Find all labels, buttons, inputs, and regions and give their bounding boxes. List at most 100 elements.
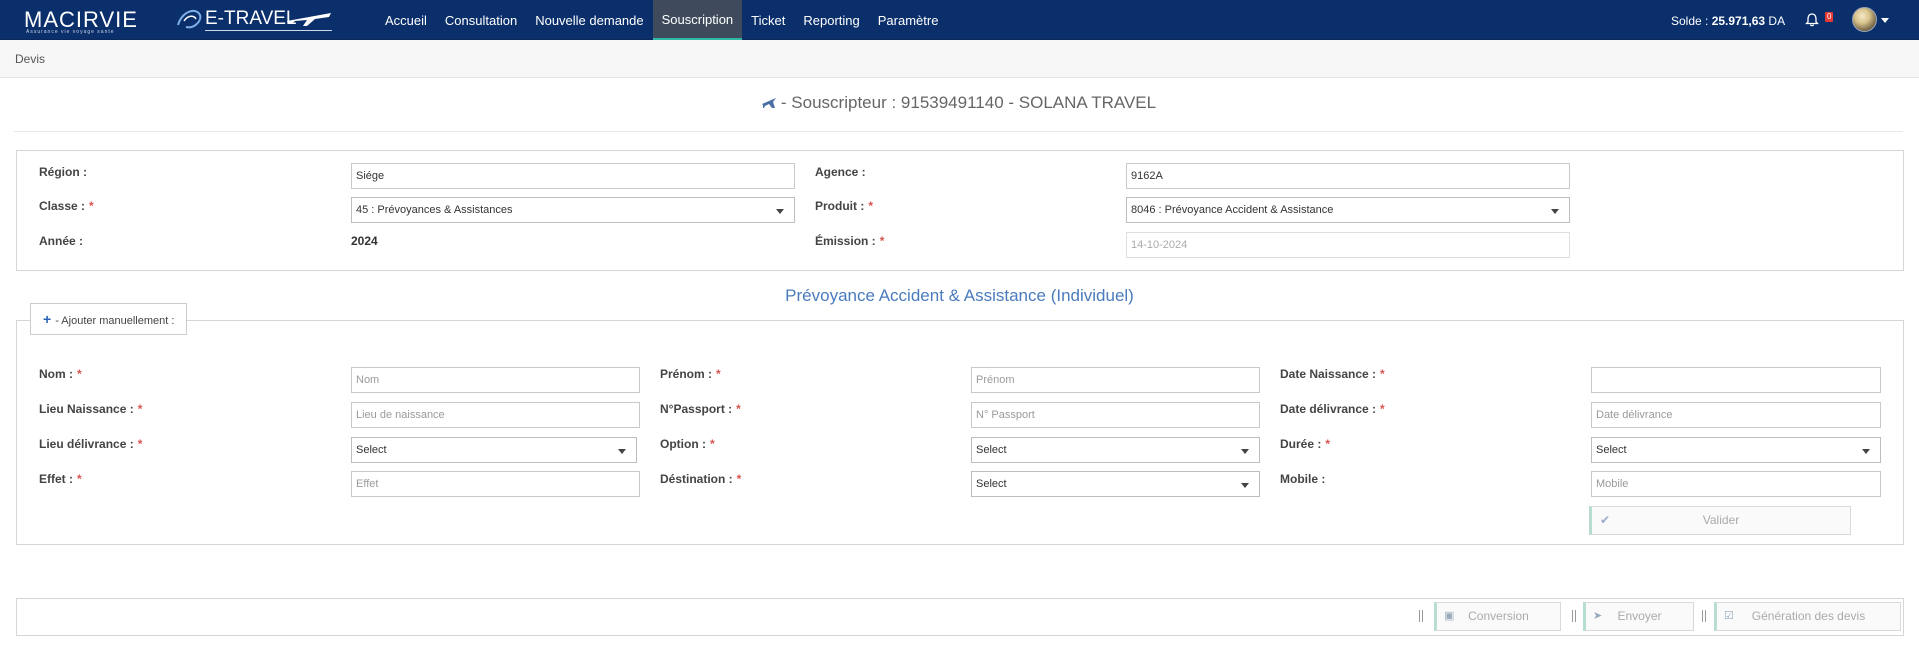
valider-label: Valider [1702, 513, 1740, 527]
prenom-label: Prénom : * [660, 367, 721, 381]
destination-label: Déstination : * [660, 472, 741, 486]
agence-field[interactable]: 9162A [1126, 163, 1570, 189]
checkbox-icon: ☑ [1724, 610, 1734, 622]
effet-input[interactable]: Effet [351, 471, 640, 497]
destination-select[interactable]: Select [971, 471, 1260, 497]
nav-nouvelle-demande[interactable]: Nouvelle demande [526, 0, 652, 40]
duree-select[interactable]: Select [1591, 437, 1881, 463]
mobile-label: Mobile : [1280, 472, 1326, 486]
region-label: Région : [39, 165, 87, 179]
agence-label: Agence : [815, 165, 866, 179]
annee-value: 2024 [351, 234, 378, 248]
duree-label-text: Durée : [1280, 437, 1322, 451]
page-title: - Souscripteur : 91539491140 - SOLANA TR… [14, 93, 1903, 113]
nom-input[interactable]: Nom [351, 367, 640, 393]
produit-select-value: 8046 : Prévoyance Accident & Assistance [1131, 204, 1334, 216]
produit-select[interactable]: 8046 : Prévoyance Accident & Assistance [1126, 197, 1570, 223]
required-marker: * [868, 199, 873, 213]
chevron-down-icon [1551, 209, 1559, 214]
brand-tagline: Assurance vie voyage sante [26, 29, 115, 35]
user-menu-caret-icon[interactable] [1881, 18, 1889, 23]
conversion-button[interactable]: ▣ Conversion [1434, 602, 1561, 631]
required-marker: * [77, 367, 82, 381]
lieu-delivrance-select[interactable]: Select [351, 437, 637, 463]
add-manually-label: - Ajouter manuellement : [55, 315, 175, 327]
lieu-naissance-label-text: Lieu Naissance : [39, 402, 134, 416]
option-select[interactable]: Select [971, 437, 1260, 463]
passport-input[interactable]: N° Passport [971, 402, 1260, 428]
app-name[interactable]: E-TRAVEL [205, 8, 297, 30]
add-manually-button[interactable]: + - Ajouter manuellement : [30, 303, 188, 335]
nav-accueil[interactable]: Accueil [376, 0, 436, 40]
main-nav: Accueil Consultation Nouvelle demande So… [376, 0, 947, 40]
required-marker: * [137, 402, 143, 416]
date-naissance-input[interactable] [1591, 367, 1881, 393]
effet-label: Effet : * [39, 472, 82, 486]
lieu-naissance-input[interactable]: Lieu de naissance [351, 402, 640, 428]
emission-label: Émission : * [815, 234, 884, 248]
effet-label-text: Effet : [39, 472, 73, 486]
generation-devis-button[interactable]: ☑ Génération des devis [1714, 602, 1901, 631]
envoyer-label: Envoyer [1617, 609, 1662, 623]
user-avatar[interactable] [1852, 7, 1877, 32]
main-content: - Souscripteur : 91539491140 - SOLANA TR… [0, 78, 1919, 654]
breadcrumb-devis[interactable]: Devis [15, 52, 45, 66]
generation-label: Génération des devis [1751, 609, 1866, 623]
destination-value: Select [976, 478, 1007, 490]
required-marker: * [716, 367, 721, 381]
lieu-delivrance-label: Lieu délivrance : * [39, 437, 142, 451]
prenom-label-text: Prénom : [660, 367, 713, 381]
balance-display: Solde : 25.971,63 DA [1671, 14, 1785, 28]
nav-souscription[interactable]: Souscription [652, 0, 743, 40]
drag-handle[interactable] [1572, 610, 1576, 622]
notification-badge: 0 [1825, 12, 1834, 22]
required-marker: * [736, 472, 742, 486]
classe-select[interactable]: 45 : Prévoyances & Assistances [351, 197, 795, 223]
date-delivrance-input[interactable]: Date délivrance [1591, 402, 1881, 428]
emission-date-field[interactable]: 14-10-2024 [1126, 232, 1570, 258]
mobile-input[interactable]: Mobile [1591, 471, 1881, 497]
send-icon: ➤ [1593, 610, 1603, 622]
envoyer-button[interactable]: ➤ Envoyer [1583, 602, 1694, 631]
conversion-label: Conversion [1468, 609, 1529, 623]
app-name-underline [205, 30, 332, 31]
balance-label: Solde : [1671, 14, 1712, 28]
option-value: Select [976, 444, 1007, 456]
annee-label: Année : [39, 234, 84, 248]
lieu-delivrance-label-text: Lieu délivrance : [39, 437, 134, 451]
chevron-down-icon [1241, 449, 1249, 454]
valider-button[interactable]: ✔ Valider [1589, 506, 1851, 535]
balance-value: 25.971,63 [1711, 14, 1766, 28]
date-naissance-label-text: Date Naissance : [1280, 367, 1377, 381]
duree-label: Durée : * [1280, 437, 1330, 451]
page-title-text: - Souscripteur : 91539491140 - SOLANA TR… [780, 93, 1157, 112]
bell-icon[interactable] [1805, 13, 1819, 27]
required-marker: * [709, 437, 715, 451]
date-naissance-label: Date Naissance : * [1280, 367, 1385, 381]
nom-label-text: Nom : [39, 367, 73, 381]
nav-consultation[interactable]: Consultation [436, 0, 526, 40]
required-marker: * [1380, 367, 1385, 381]
prenom-input[interactable]: Prénom [971, 367, 1260, 393]
produit-label-text: Produit : [815, 199, 865, 213]
nav-parametre[interactable]: Paramètre [869, 0, 948, 40]
required-marker: * [77, 472, 82, 486]
nav-reporting[interactable]: Reporting [794, 0, 868, 40]
lieu-naissance-label: Lieu Naissance : * [39, 402, 142, 416]
lieu-delivrance-value: Select [356, 444, 387, 456]
breadcrumb: Devis [0, 40, 1919, 78]
drag-handle[interactable] [1419, 610, 1423, 622]
general-info-panel [16, 150, 1904, 271]
chevron-down-icon [618, 449, 626, 454]
required-marker: * [1325, 437, 1331, 451]
region-field[interactable]: Siége [351, 163, 795, 189]
drag-handle[interactable] [1702, 610, 1706, 622]
emission-label-text: Émission : [815, 234, 876, 248]
swirl-logo-icon [177, 9, 202, 29]
image-icon: ▣ [1444, 610, 1455, 622]
option-label: Option : * [660, 437, 715, 451]
balance-currency: DA [1765, 14, 1786, 28]
classe-label: Classe : * [39, 199, 94, 213]
nav-ticket[interactable]: Ticket [742, 0, 794, 40]
plane-icon [761, 98, 776, 108]
